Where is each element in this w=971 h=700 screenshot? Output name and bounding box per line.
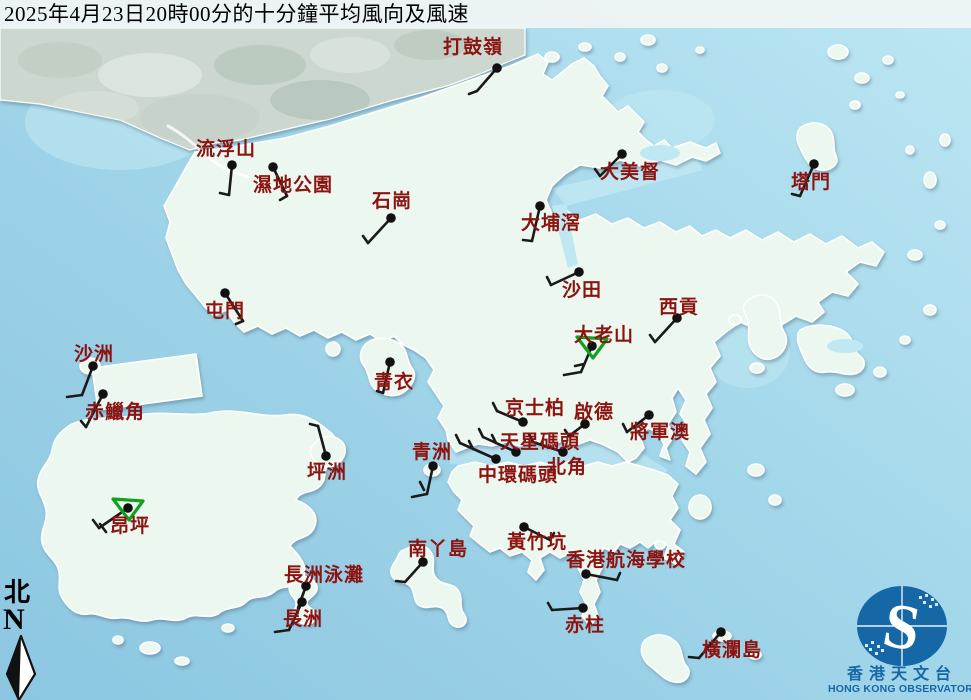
station-label[interactable]: 橫瀾島 (702, 641, 762, 660)
station-dot[interactable] (491, 454, 501, 464)
hko-logo-chinese: 香港天文台 (846, 666, 958, 684)
station-dot[interactable] (321, 451, 331, 461)
station-dot[interactable] (492, 63, 502, 73)
north-letter: N (3, 606, 40, 634)
station-label[interactable]: 京士柏 (505, 399, 565, 418)
map-title: 2025年4月23日20時00分的十分鐘平均風向及風速 (4, 1, 469, 27)
station-dot[interactable] (385, 357, 395, 367)
station-dot[interactable] (227, 160, 237, 170)
hko-logo-icon: S (828, 578, 971, 678)
station-dot[interactable] (809, 159, 819, 169)
station-label[interactable]: 南丫島 (408, 540, 468, 559)
station-dot[interactable] (220, 288, 230, 298)
station-dot[interactable] (644, 410, 654, 420)
station-label[interactable]: 天星碼頭 (500, 433, 580, 452)
hong-kong-map (0, 0, 971, 700)
station-label[interactable]: 赤柱 (565, 616, 605, 635)
hko-logo: S 香港天文台 HONG KONG OBSERVATORY (828, 578, 971, 700)
station-dot[interactable] (519, 522, 529, 532)
station-label[interactable]: 大埔滘 (521, 214, 581, 233)
station-dot[interactable] (716, 627, 726, 637)
station-label[interactable]: 長洲泳灘 (284, 566, 364, 585)
station-label[interactable]: 流浮山 (196, 140, 256, 159)
wind-barb (523, 240, 532, 241)
station-dot[interactable] (578, 603, 588, 613)
station-label[interactable]: 昂坪 (110, 517, 150, 536)
north-arrow-needle (2, 634, 40, 700)
station-label[interactable]: 青衣 (374, 373, 414, 392)
station-label[interactable]: 沙洲 (74, 345, 114, 364)
station-label[interactable]: 北角 (547, 458, 587, 477)
station-label[interactable]: 西貢 (659, 298, 699, 317)
station-label[interactable]: 石崗 (372, 192, 412, 211)
station-dot[interactable] (386, 213, 396, 223)
station-label[interactable]: 中環碼頭 (478, 466, 558, 485)
station-dot[interactable] (574, 267, 584, 277)
station-label[interactable]: 坪洲 (307, 463, 347, 482)
station-label[interactable]: 大老山 (574, 326, 634, 345)
station-label[interactable]: 沙田 (562, 281, 602, 300)
station-label[interactable]: 青洲 (412, 443, 452, 462)
station-label[interactable]: 啟德 (574, 403, 614, 422)
station-label[interactable]: 長洲 (283, 610, 323, 629)
title-bar: 2025年4月23日20時00分的十分鐘平均風向及風速 (0, 0, 971, 28)
ma-wan-island (326, 342, 340, 356)
station-label[interactable]: 香港航海學校 (566, 551, 686, 570)
station-dot[interactable] (297, 597, 307, 607)
compass: 北 N (2, 580, 40, 700)
station-label[interactable]: 黃竹坑 (507, 533, 567, 552)
hko-logo-english: HONG KONG OBSERVATORY (828, 683, 971, 695)
station-label[interactable]: 屯門 (205, 302, 245, 321)
station-dot[interactable] (535, 201, 545, 211)
station-dot[interactable] (268, 162, 278, 172)
station-label[interactable]: 大美督 (600, 163, 660, 182)
station-dot[interactable] (123, 503, 133, 513)
wind-barb (689, 657, 699, 658)
station-dot[interactable] (98, 389, 108, 399)
station-label[interactable]: 濕地公園 (253, 176, 333, 195)
station-label[interactable]: 打鼓嶺 (443, 38, 503, 57)
station-label[interactable]: 赤鱲角 (85, 403, 145, 422)
station-dot[interactable] (617, 149, 627, 159)
station-label[interactable]: 將軍澳 (630, 423, 690, 442)
wind-map-page: 打鼓嶺流浮山濕地公園石崗屯門 大美督塔門大埔滘沙田西貢大老山沙洲赤鱲角 青衣坪洲 青洲… (0, 0, 971, 700)
station-label[interactable]: 塔門 (791, 173, 831, 192)
tung-lung-island (689, 495, 711, 519)
wind-barb (396, 581, 405, 582)
